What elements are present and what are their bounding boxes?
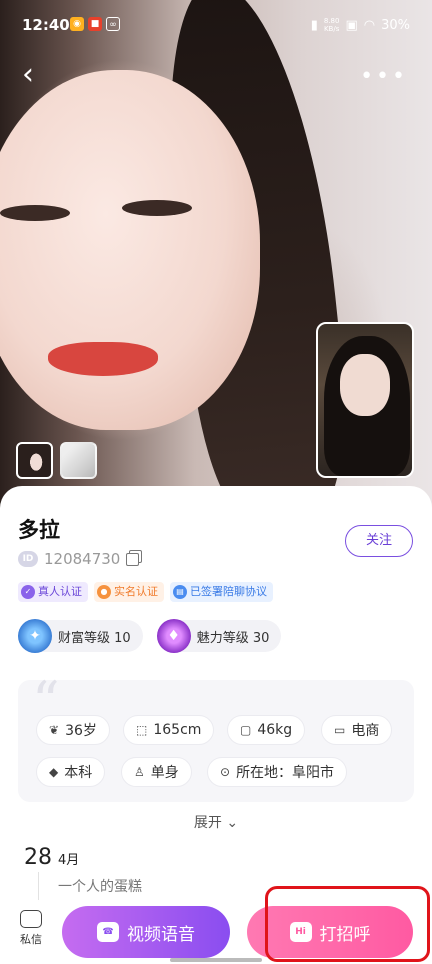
document-icon: ▤ bbox=[173, 585, 187, 599]
status-right: ▮ 8.80 KB/s ▣ ◠ 30% bbox=[311, 17, 410, 33]
badge-real-name: ● 实名认证 bbox=[94, 582, 164, 602]
wifi-icon: ◠ bbox=[363, 17, 376, 33]
chevron-down-icon: ⌄ bbox=[226, 815, 239, 831]
person-icon: ♙ bbox=[134, 765, 145, 779]
location-pin-icon: ⊙ bbox=[220, 765, 231, 779]
verified-icon: ✓ bbox=[21, 585, 35, 599]
user-id: 12084730 bbox=[44, 550, 121, 568]
greet-button[interactable]: Hi 打招呼 bbox=[247, 906, 413, 958]
charm-level-icon: ♦ bbox=[156, 619, 191, 653]
tag-height: ⬚ 165cm bbox=[123, 715, 215, 745]
net-speed: 8.80 KB/s bbox=[324, 17, 340, 33]
wealth-level[interactable]: ✦ 财富等级 10 bbox=[18, 619, 143, 653]
expand-label: 展开 bbox=[193, 815, 222, 831]
net-speed-value: 8.80 bbox=[323, 17, 340, 25]
chart-icon: ▭ bbox=[334, 723, 346, 737]
tag-relationship: ♙ 单身 bbox=[121, 757, 192, 787]
profile-page: 12:40 ◉ ■ ∞ ▮ 8.80 KB/s ▣ ◠ 30% ‹ ••• 多拉 … bbox=[0, 0, 432, 964]
photo-thumbnail[interactable] bbox=[60, 442, 97, 479]
message-label: 私信 bbox=[20, 933, 42, 946]
status-time: 12:40 bbox=[22, 16, 70, 34]
badge-agreement: ▤ 已签署陪聊协议 bbox=[170, 582, 273, 602]
charm-level[interactable]: ♦ 魅力等级 30 bbox=[156, 619, 282, 653]
home-indicator bbox=[170, 958, 262, 962]
badge-label: 实名认证 bbox=[114, 585, 158, 598]
tag-label: 本科 bbox=[64, 765, 93, 781]
graduation-cap-icon: ◆ bbox=[49, 765, 59, 779]
sim-icon: ▣ bbox=[345, 17, 358, 33]
id-icon: ID bbox=[18, 551, 38, 567]
expand-button[interactable]: 展开 ⌄ bbox=[0, 812, 432, 832]
notification-icons: ◉ ■ ∞ bbox=[70, 17, 120, 31]
moment-month: 4月 bbox=[58, 853, 80, 868]
wealth-level-icon: ✦ bbox=[18, 619, 52, 653]
app-notification-icon: ■ bbox=[88, 17, 102, 31]
back-icon[interactable]: ‹ bbox=[22, 60, 52, 94]
battery-text: 30% bbox=[381, 17, 410, 33]
wealth-level-label: 财富等级 10 bbox=[58, 630, 131, 646]
verification-badges: ✓ 真人认证 ● 实名认证 ▤ 已签署陪聊协议 bbox=[18, 582, 273, 602]
timeline-line bbox=[38, 872, 39, 902]
badge-label: 真人认证 bbox=[38, 585, 82, 598]
moment-text[interactable]: 一个人的蛋糕 bbox=[58, 876, 142, 896]
tag-label: 165cm bbox=[153, 722, 202, 738]
message-button[interactable]: 私信 bbox=[16, 910, 46, 947]
video-preview[interactable] bbox=[316, 322, 414, 478]
app-notification-icon: ∞ bbox=[106, 17, 120, 31]
more-options-icon[interactable]: ••• bbox=[360, 66, 408, 88]
follow-button[interactable]: 关注 bbox=[345, 525, 413, 557]
net-speed-unit: KB/s bbox=[323, 25, 340, 33]
tag-job: ▭ 电商 bbox=[321, 715, 393, 745]
vibrate-icon: ▮ bbox=[310, 17, 318, 33]
photo-thumbnail[interactable] bbox=[16, 442, 53, 479]
tag-label: 36岁 bbox=[65, 723, 97, 739]
scale-icon: ▢ bbox=[240, 723, 252, 737]
tag-label: 46kg bbox=[257, 722, 293, 738]
id-row: ID 12084730 bbox=[18, 550, 140, 568]
profile-name: 多拉 bbox=[18, 518, 60, 542]
photo-lips bbox=[48, 342, 158, 376]
tag-label: 电商 bbox=[351, 723, 380, 739]
chat-icon bbox=[20, 910, 42, 928]
profile-tags: “ ❦ 36岁 ⬚ 165cm ▢ 46kg ▭ 电商 ◆ 本科 ♙ 单身 ⊙ 所在地：阜阳市 bbox=[18, 670, 414, 802]
level-row: ✦ 财富等级 10 ♦ 魅力等级 30 bbox=[18, 619, 282, 653]
tag-weight: ▢ 46kg bbox=[227, 715, 306, 745]
tag-location: ⊙ 所在地：阜阳市 bbox=[207, 757, 348, 787]
tag-label: 所在地：阜阳市 bbox=[236, 765, 335, 781]
preview-face bbox=[340, 354, 390, 416]
moment-date: 28 4月 bbox=[24, 845, 79, 870]
moment-day: 28 bbox=[24, 845, 52, 870]
copy-icon[interactable] bbox=[126, 552, 140, 566]
video-voice-label: 视频语音 bbox=[127, 924, 195, 945]
photo-eye bbox=[0, 205, 70, 221]
ruler-icon: ⬚ bbox=[136, 723, 148, 737]
phone-video-icon: ☎ bbox=[97, 922, 119, 942]
app-notification-icon: ◉ bbox=[70, 17, 84, 31]
status-bar: 12:40 ◉ ■ ∞ ▮ 8.80 KB/s ▣ ◠ 30% bbox=[0, 0, 432, 50]
tag-age: ❦ 36岁 bbox=[36, 715, 110, 745]
hi-icon: Hi bbox=[289, 922, 312, 942]
tag-label: 单身 bbox=[150, 765, 179, 781]
sprout-icon: ❦ bbox=[49, 723, 60, 737]
badge-real-person: ✓ 真人认证 bbox=[18, 582, 88, 602]
greet-label: 打招呼 bbox=[319, 924, 371, 945]
tag-education: ◆ 本科 bbox=[36, 757, 106, 787]
person-icon: ● bbox=[97, 585, 111, 599]
photo-eye bbox=[122, 200, 192, 216]
badge-label: 已签署陪聊协议 bbox=[190, 585, 267, 598]
photo-face bbox=[0, 70, 260, 430]
charm-level-label: 魅力等级 30 bbox=[196, 630, 270, 646]
video-voice-button[interactable]: ☎ 视频语音 bbox=[62, 906, 230, 958]
